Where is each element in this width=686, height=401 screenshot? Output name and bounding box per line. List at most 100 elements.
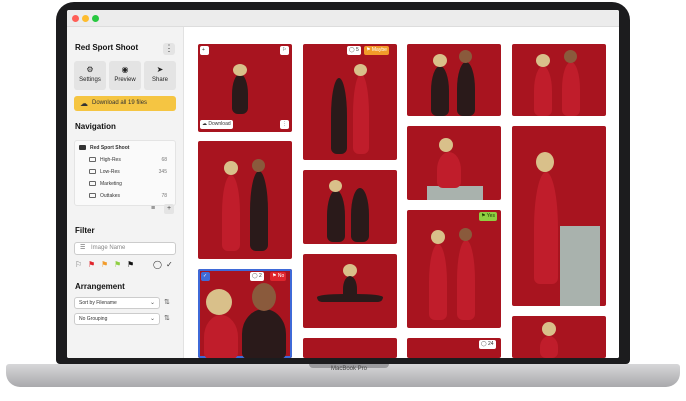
person-figure (327, 190, 345, 242)
black-flag-icon[interactable]: ⚑ (127, 261, 134, 269)
zoom-window-button[interactable] (92, 15, 99, 22)
person-figure (431, 66, 449, 116)
person-figure (437, 152, 461, 188)
gear-icon: ⚙ (86, 65, 94, 74)
app-window: Red Sport Shoot ⋮ ⚙ Settings ◉ Preview ➤… (67, 10, 619, 358)
comment-count-badge[interactable]: ◯ 5 (347, 46, 361, 55)
photo-menu-icon[interactable]: ⋮ (280, 120, 289, 129)
flag-outline-icon[interactable]: ⚐ (75, 261, 82, 269)
photo-thumbnail[interactable] (303, 338, 397, 358)
person-figure (232, 74, 248, 114)
cloud-download-icon: ☁ (80, 99, 88, 108)
head (459, 228, 472, 241)
photo-thumbnail[interactable]: ◯ 5 ⚑ Maybe (303, 44, 397, 160)
folder-icon (79, 145, 86, 151)
chevron-down-icon: ⌄ (149, 316, 155, 322)
laptop-frame: Red Sport Shoot ⋮ ⚙ Settings ◉ Preview ➤… (0, 0, 686, 401)
status-badge-yes[interactable]: ⚑ Yes (479, 212, 497, 221)
minimize-window-button[interactable] (82, 15, 89, 22)
head (252, 159, 265, 172)
eye-icon: ◉ (121, 65, 129, 74)
settings-label: Settings (79, 77, 101, 83)
photo-thumbnail[interactable]: ⚑ Yes (407, 210, 501, 328)
close-window-button[interactable] (72, 15, 79, 22)
folder-icon (89, 181, 96, 187)
device-label: MacBook Pro (330, 366, 367, 372)
photo-thumbnail[interactable] (512, 126, 606, 306)
download-all-button[interactable]: ☁ Download all 19 files (74, 96, 176, 111)
filter-placeholder: Image Name (91, 245, 126, 251)
hair (536, 152, 554, 172)
comment-count-badge[interactable]: ◯ 2 (250, 272, 264, 281)
person-figure (457, 240, 475, 320)
person-figure (222, 175, 240, 251)
hair (206, 289, 232, 315)
sort-direction-icon[interactable]: ⇅ (164, 298, 170, 306)
tree-root[interactable]: Red Sport Shoot (79, 144, 129, 153)
tree-item-high-res[interactable]: High-Res 68 (89, 156, 173, 165)
download-button[interactable]: ☁ Download (200, 120, 233, 129)
person-figure (429, 244, 447, 320)
grouping-select[interactable]: No Grouping ⌄ (74, 313, 160, 325)
person-figure (540, 336, 558, 358)
head (564, 50, 577, 63)
sort-select[interactable]: Sort by Filename ⌄ (74, 297, 160, 309)
grouping-direction-icon[interactable]: ⇅ (164, 314, 170, 322)
photo-thumbnail[interactable] (512, 316, 606, 358)
share-label: Share (151, 77, 168, 83)
comment-filter-icon[interactable]: ◯ (153, 261, 162, 269)
person-figure (242, 309, 286, 358)
arrangement-heading: Arrangement (75, 282, 125, 291)
photo-thumbnail[interactable] (303, 254, 397, 328)
filter-icon: ☰ (80, 245, 86, 251)
photo-thumbnail[interactable]: ◯ 24 (407, 338, 501, 358)
person-figure (457, 62, 475, 116)
photo-thumbnail[interactable] (512, 44, 606, 116)
photo-gallery: + ⚐ ☁ Download ⋮ ✓ ◯ 2 ⚑ No ◯ 5 ⚑ Maybe … (184, 27, 619, 358)
image-name-filter-input[interactable]: ☰ Image Name (74, 242, 176, 255)
person-figure (353, 74, 369, 154)
folder-icon (89, 157, 96, 163)
head (459, 50, 472, 63)
comment-count-badge[interactable]: ◯ 24 (479, 340, 496, 349)
green-flag-icon[interactable]: ⚑ (114, 261, 121, 269)
sort-tree-icon[interactable]: ≡ (148, 204, 158, 214)
tree-item-outtakes[interactable]: Outtakes 78 (89, 192, 173, 201)
hair (536, 54, 550, 67)
preview-label: Preview (114, 77, 136, 83)
person-figure (204, 315, 238, 358)
photo-thumbnail-selected[interactable]: ✓ ◯ 2 ⚑ No (198, 269, 292, 358)
hair (542, 322, 556, 336)
person-figure (351, 188, 369, 242)
add-folder-icon[interactable]: + (164, 204, 174, 214)
person-figure (534, 172, 558, 284)
status-badge-no[interactable]: ⚑ No (270, 272, 287, 281)
tree-item-low-res[interactable]: Low-Res 345 (89, 168, 173, 177)
selected-checkbox[interactable]: ✓ (201, 272, 210, 281)
checkmark-filter-icon[interactable]: ✓ (166, 261, 173, 269)
person-figure (331, 78, 347, 154)
plinth (560, 226, 600, 306)
photo-thumbnail[interactable] (407, 44, 501, 116)
tree-item-marketing[interactable]: Marketing (89, 180, 173, 189)
orange-flag-icon[interactable]: ⚑ (101, 261, 108, 269)
folder-icon (89, 193, 96, 199)
project-title: Red Sport Shoot (75, 43, 139, 52)
chevron-down-icon: ⌄ (149, 300, 155, 306)
photo-thumbnail[interactable] (407, 126, 501, 200)
photo-thumbnail[interactable] (303, 170, 397, 244)
share-button[interactable]: ➤ Share (144, 61, 176, 90)
status-badge-maybe[interactable]: ⚑ Maybe (364, 46, 389, 55)
hair (431, 230, 445, 244)
preview-button[interactable]: ◉ Preview (109, 61, 141, 90)
hair (354, 64, 367, 76)
photo-thumbnail[interactable] (198, 141, 292, 259)
settings-button[interactable]: ⚙ Settings (74, 61, 106, 90)
kebab-menu-icon[interactable]: ⋮ (163, 43, 175, 55)
red-flag-icon[interactable]: ⚑ (88, 261, 95, 269)
select-checkbox[interactable]: + (200, 46, 209, 55)
flag-icon[interactable]: ⚐ (280, 46, 289, 55)
window-titlebar (67, 10, 619, 27)
photo-thumbnail[interactable]: + ⚐ ☁ Download ⋮ (198, 44, 292, 132)
person-figure (534, 66, 552, 116)
